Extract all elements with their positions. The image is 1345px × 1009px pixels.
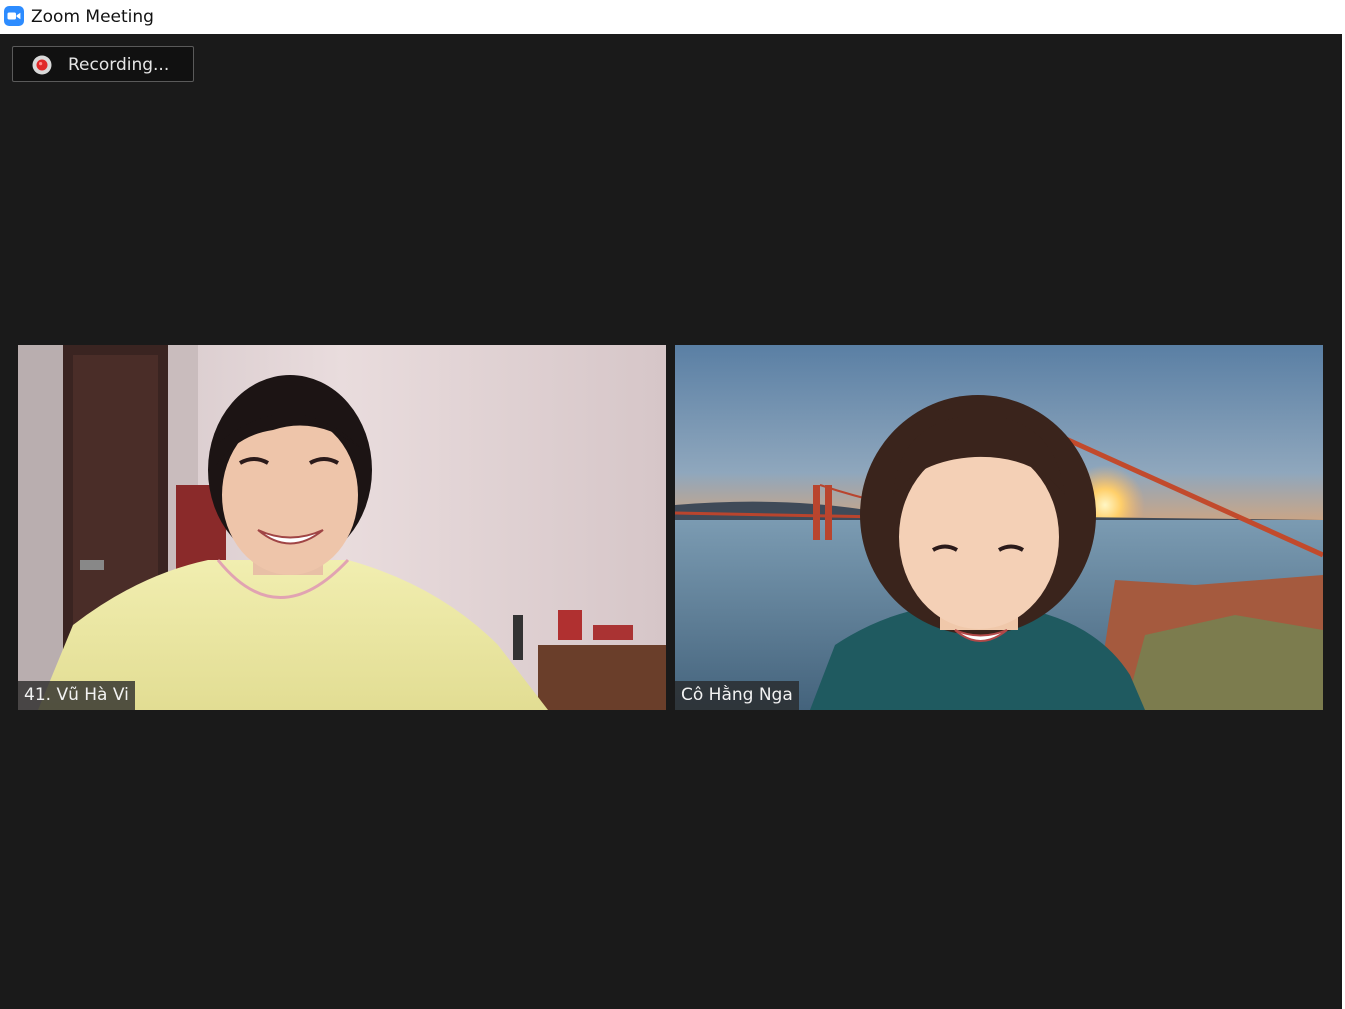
participant-video-feed (675, 345, 1323, 710)
recording-label: Recording... (68, 55, 170, 75)
participant-video-tile[interactable]: Cô Hằng Nga (675, 345, 1323, 710)
participant-video-tile[interactable]: 41. Vũ Hà Vi (18, 345, 666, 710)
participant-name-label: Cô Hằng Nga (675, 681, 799, 710)
recording-indicator[interactable]: Recording... (12, 46, 194, 82)
participant-video-feed (18, 345, 666, 710)
participant-name-label: 41. Vũ Hà Vi (18, 681, 135, 710)
record-dot-icon (32, 55, 52, 75)
meeting-video-area: Recording... 41. Vũ Hà Vi Cô Hằng Nga (0, 34, 1342, 1009)
window-titlebar: Zoom Meeting (0, 0, 1345, 34)
zoom-camera-icon (4, 6, 24, 26)
window-title: Zoom Meeting (31, 7, 154, 27)
